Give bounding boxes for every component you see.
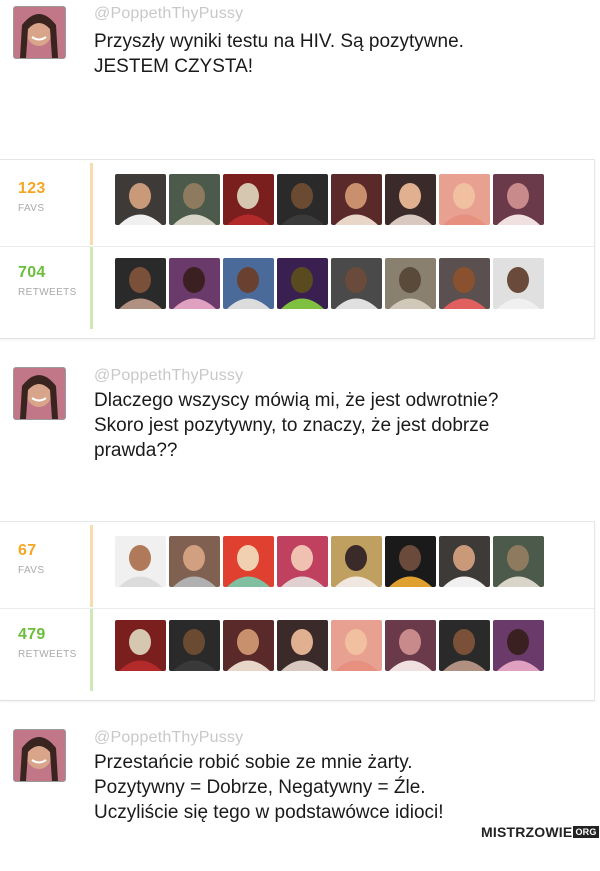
retweets-label: RETWEETS xyxy=(18,649,77,660)
tweet-handle[interactable]: @PoppethThyPussy xyxy=(94,5,243,23)
user-thumbnail[interactable] xyxy=(493,174,544,225)
user-thumbnail[interactable] xyxy=(439,536,490,587)
tweet-1-stats: 123 FAVS 704 RETWEETS xyxy=(0,159,595,339)
user-avatar[interactable] xyxy=(13,367,66,420)
tweet-text-line: JESTEM CZYSTA! xyxy=(94,56,254,77)
favs-count[interactable]: 123 xyxy=(18,180,46,198)
user-thumbnail[interactable] xyxy=(223,174,274,225)
tweet-2-stats: 67 FAVS 479 RETWEETS xyxy=(0,521,595,701)
user-thumbnail[interactable] xyxy=(493,258,544,309)
favs-label: FAVS xyxy=(18,203,45,214)
user-thumbnail[interactable] xyxy=(169,258,220,309)
user-thumbnail[interactable] xyxy=(115,620,166,671)
tweet-text-line: Skoro jest pozytywny, to znaczy, że jest… xyxy=(94,415,490,436)
user-thumbnail[interactable] xyxy=(439,620,490,671)
favs-count[interactable]: 67 xyxy=(18,542,36,560)
retweets-count[interactable]: 704 xyxy=(18,264,46,282)
retweets-label: RETWEETS xyxy=(18,287,77,298)
retweets-row: 479 RETWEETS xyxy=(0,608,594,691)
avatar-image xyxy=(14,730,65,781)
user-thumbnail[interactable] xyxy=(115,174,166,225)
watermark-brand: MISTRZOWIE xyxy=(481,824,573,840)
user-thumbnail[interactable] xyxy=(169,174,220,225)
retweets-count[interactable]: 479 xyxy=(18,626,46,644)
tweet-text-line: Przestańcie robić sobie ze mnie żarty. xyxy=(94,752,413,773)
user-thumbnail[interactable] xyxy=(331,536,382,587)
tweet-text-line: Dlaczego wszyscy mówią mi, że jest odwro… xyxy=(94,390,499,411)
user-thumbnail[interactable] xyxy=(385,258,436,309)
user-thumbnail[interactable] xyxy=(493,620,544,671)
tweet-text-line: Pozytywny = Dobrze, Negatywny = Źle. xyxy=(94,777,426,798)
retweets-row: 704 RETWEETS xyxy=(0,246,594,329)
user-thumbnail[interactable] xyxy=(439,174,490,225)
user-thumbnail[interactable] xyxy=(115,258,166,309)
tweet-text-line: prawda?? xyxy=(94,440,178,461)
user-thumbnail[interactable] xyxy=(223,620,274,671)
user-thumbnail[interactable] xyxy=(385,536,436,587)
user-thumbnail[interactable] xyxy=(331,620,382,671)
user-thumbnail[interactable] xyxy=(115,536,166,587)
user-thumbnail[interactable] xyxy=(169,620,220,671)
user-thumbnail[interactable] xyxy=(223,258,274,309)
user-thumbnail[interactable] xyxy=(277,620,328,671)
retweets-divider xyxy=(90,247,93,329)
tweet-text-line: Uczyliście się tego w podstawówce idioci… xyxy=(94,802,444,823)
user-thumbnail[interactable] xyxy=(223,536,274,587)
user-thumbnail[interactable] xyxy=(331,174,382,225)
avatar-image xyxy=(14,368,65,419)
favs-label: FAVS xyxy=(18,565,45,576)
user-thumbnail[interactable] xyxy=(439,258,490,309)
user-thumbnail[interactable] xyxy=(277,174,328,225)
favs-divider xyxy=(90,163,93,245)
user-thumbnail[interactable] xyxy=(169,536,220,587)
watermark-logo: MISTRZOWIE ORG xyxy=(481,824,599,840)
avatar-image xyxy=(14,7,65,58)
user-thumbnail[interactable] xyxy=(277,258,328,309)
favs-row: 67 FAVS xyxy=(0,525,594,607)
user-thumbnail[interactable] xyxy=(277,536,328,587)
favs-divider xyxy=(90,525,93,607)
tweet-text-line: Przyszły wyniki testu na HIV. Są pozytyw… xyxy=(94,31,464,52)
tweet-handle[interactable]: @PoppethThyPussy xyxy=(94,367,243,385)
tweet-handle[interactable]: @PoppethThyPussy xyxy=(94,729,243,747)
user-thumbnail[interactable] xyxy=(493,536,544,587)
user-avatar[interactable] xyxy=(13,729,66,782)
user-thumbnail[interactable] xyxy=(385,174,436,225)
favs-row: 123 FAVS xyxy=(0,163,594,245)
user-thumbnail[interactable] xyxy=(331,258,382,309)
watermark-suffix: ORG xyxy=(573,826,599,838)
user-thumbnail[interactable] xyxy=(385,620,436,671)
tweet-text: Dlaczego wszyscy mówią mi, że jest odwro… xyxy=(94,388,574,463)
user-avatar[interactable] xyxy=(13,6,66,59)
tweet-text: Przestańcie robić sobie ze mnie żarty. P… xyxy=(94,750,574,825)
tweet-text: Przyszły wyniki testu na HIV. Są pozytyw… xyxy=(94,29,574,79)
retweets-divider xyxy=(90,609,93,691)
